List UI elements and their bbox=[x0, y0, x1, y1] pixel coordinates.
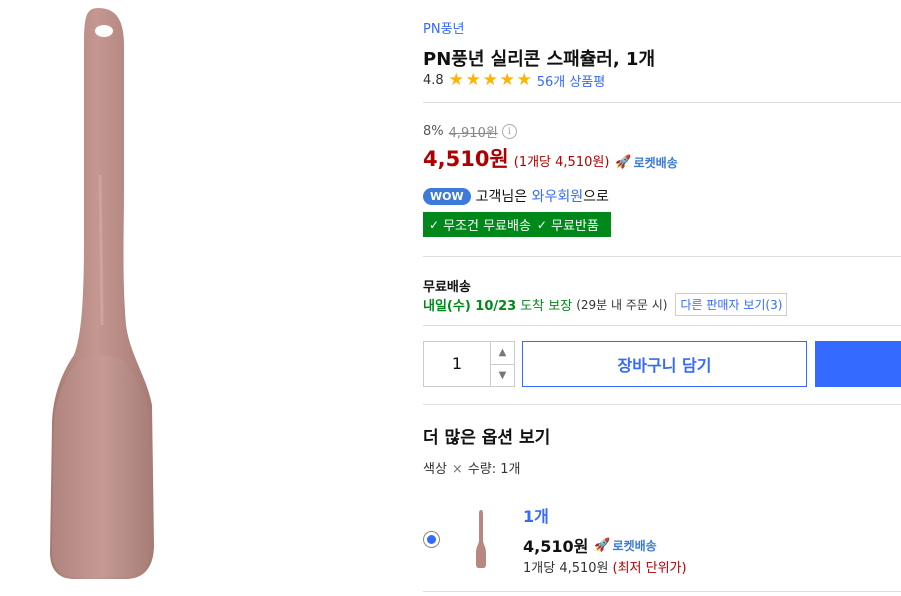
free-shipping-benefit: ✓ 무조건 무료배송 bbox=[429, 215, 531, 235]
wow-badge: WOW bbox=[423, 187, 471, 205]
rocket-icon: 🚀 bbox=[615, 155, 632, 170]
delivery-row: 내일(수) 10/23 도착 보장 (29분 내 주문 시) 다른 판매자 보기… bbox=[423, 293, 788, 316]
wow-member-row: WOW 고객님은 와우회원 으로 bbox=[423, 186, 609, 206]
divider bbox=[423, 102, 901, 103]
sale-price-row: 4,510원 (1개당 4,510원) 🚀 로켓배송 bbox=[423, 143, 678, 173]
unit-price: (1개당 4,510원) bbox=[513, 155, 610, 170]
star-icon: ★ bbox=[516, 70, 532, 90]
star-icon: ★ bbox=[482, 70, 498, 90]
other-sellers-button[interactable]: 다른 판매자 보기(3) bbox=[675, 293, 788, 316]
free-return-label: 무료반품 bbox=[550, 219, 599, 234]
divider bbox=[423, 325, 901, 326]
product-info-panel: PN풍년 PN풍년 실리콘 스패츌러, 1개 4.8 ★ ★ ★ ★ ★ 56개… bbox=[423, 0, 901, 596]
free-shipping-label: 무조건 무료배송 bbox=[443, 219, 531, 234]
arrival-date: 내일(수) 10/23 bbox=[423, 299, 517, 314]
quantity-input[interactable]: 1 bbox=[424, 342, 490, 386]
quantity-up-button[interactable]: ▲ bbox=[491, 342, 514, 365]
divider bbox=[423, 591, 901, 592]
lowest-unit-label: (최저 단위가) bbox=[612, 561, 687, 576]
wow-text: 고객님은 bbox=[475, 189, 528, 205]
discount-rate: 8% bbox=[423, 124, 444, 139]
check-icon: ✓ bbox=[429, 217, 440, 232]
rating-stars: ★ ★ ★ ★ ★ bbox=[448, 72, 533, 89]
add-to-cart-button[interactable]: 장바구니 담기 bbox=[522, 341, 807, 387]
sale-price: 4,510원 bbox=[423, 147, 509, 171]
option-item[interactable]: 1개 4,510원 🚀 로켓배송 1개당 4,510원 (최저 단위가) bbox=[423, 500, 901, 582]
option-price: 4,510원 bbox=[523, 537, 589, 556]
option-spec-qty: 수량: 1개 bbox=[467, 462, 521, 477]
order-cutoff: (29분 내 주문 시) bbox=[576, 298, 668, 312]
divider bbox=[423, 404, 901, 405]
option-name[interactable]: 1개 bbox=[523, 503, 549, 527]
wow-text-suffix: 으로 bbox=[583, 189, 609, 205]
rocket-delivery-badge: 🚀 로켓배송 bbox=[594, 537, 656, 554]
arrival-guarantee: 도착 보장 bbox=[520, 299, 573, 314]
product-image bbox=[50, 8, 154, 579]
original-price-row: 8% 4,910원 i bbox=[423, 122, 517, 141]
star-icon: ★ bbox=[499, 70, 515, 90]
free-benefits-badge: ✓ 무조건 무료배송 ✓ 무료반품 bbox=[423, 212, 611, 237]
option-unit-price-text: 1개당 4,510원 bbox=[523, 561, 609, 576]
info-icon[interactable]: i bbox=[501, 124, 517, 139]
option-spec-color: 색상 bbox=[423, 462, 447, 477]
star-icon: ★ bbox=[465, 70, 481, 90]
free-return-benefit: ✓ 무료반품 bbox=[536, 215, 599, 235]
review-count-link[interactable]: 56개 상품평 bbox=[537, 71, 606, 90]
rocket-delivery-badge: 🚀 로켓배송 bbox=[615, 154, 677, 171]
buy-now-button[interactable] bbox=[815, 341, 901, 387]
quantity-stepper: 1 ▲ ▼ bbox=[423, 341, 515, 387]
rating-value: 4.8 bbox=[423, 73, 444, 88]
option-unit-price: 1개당 4,510원 (최저 단위가) bbox=[523, 557, 687, 576]
quantity-down-button[interactable]: ▼ bbox=[491, 365, 514, 387]
rocket-label: 로켓배송 bbox=[612, 538, 657, 553]
radio-selected-dot bbox=[427, 535, 436, 544]
star-icon: ★ bbox=[448, 70, 464, 90]
option-spec: 색상 × 수량: 1개 bbox=[423, 458, 521, 477]
option-spec-separator: × bbox=[451, 462, 463, 477]
option-thumbnail bbox=[476, 510, 486, 568]
quantity-buttons: ▲ ▼ bbox=[490, 342, 514, 386]
original-price: 4,910원 bbox=[448, 126, 498, 141]
divider bbox=[423, 256, 901, 257]
wow-member-link[interactable]: 와우회원 bbox=[532, 186, 584, 206]
rocket-icon: 🚀 bbox=[594, 537, 611, 553]
more-options-title: 더 많은 옵션 보기 bbox=[423, 428, 551, 448]
check-icon: ✓ bbox=[536, 217, 547, 232]
brand-link[interactable]: PN풍년 bbox=[423, 18, 464, 37]
option-price-row: 4,510원 🚀 로켓배송 bbox=[523, 533, 657, 557]
option-radio[interactable] bbox=[423, 531, 440, 548]
rocket-label: 로켓배송 bbox=[633, 156, 678, 170]
product-title: PN풍년 실리콘 스패츌러, 1개 bbox=[423, 49, 656, 70]
rating-row: 4.8 ★ ★ ★ ★ ★ 56개 상품평 bbox=[423, 71, 606, 91]
